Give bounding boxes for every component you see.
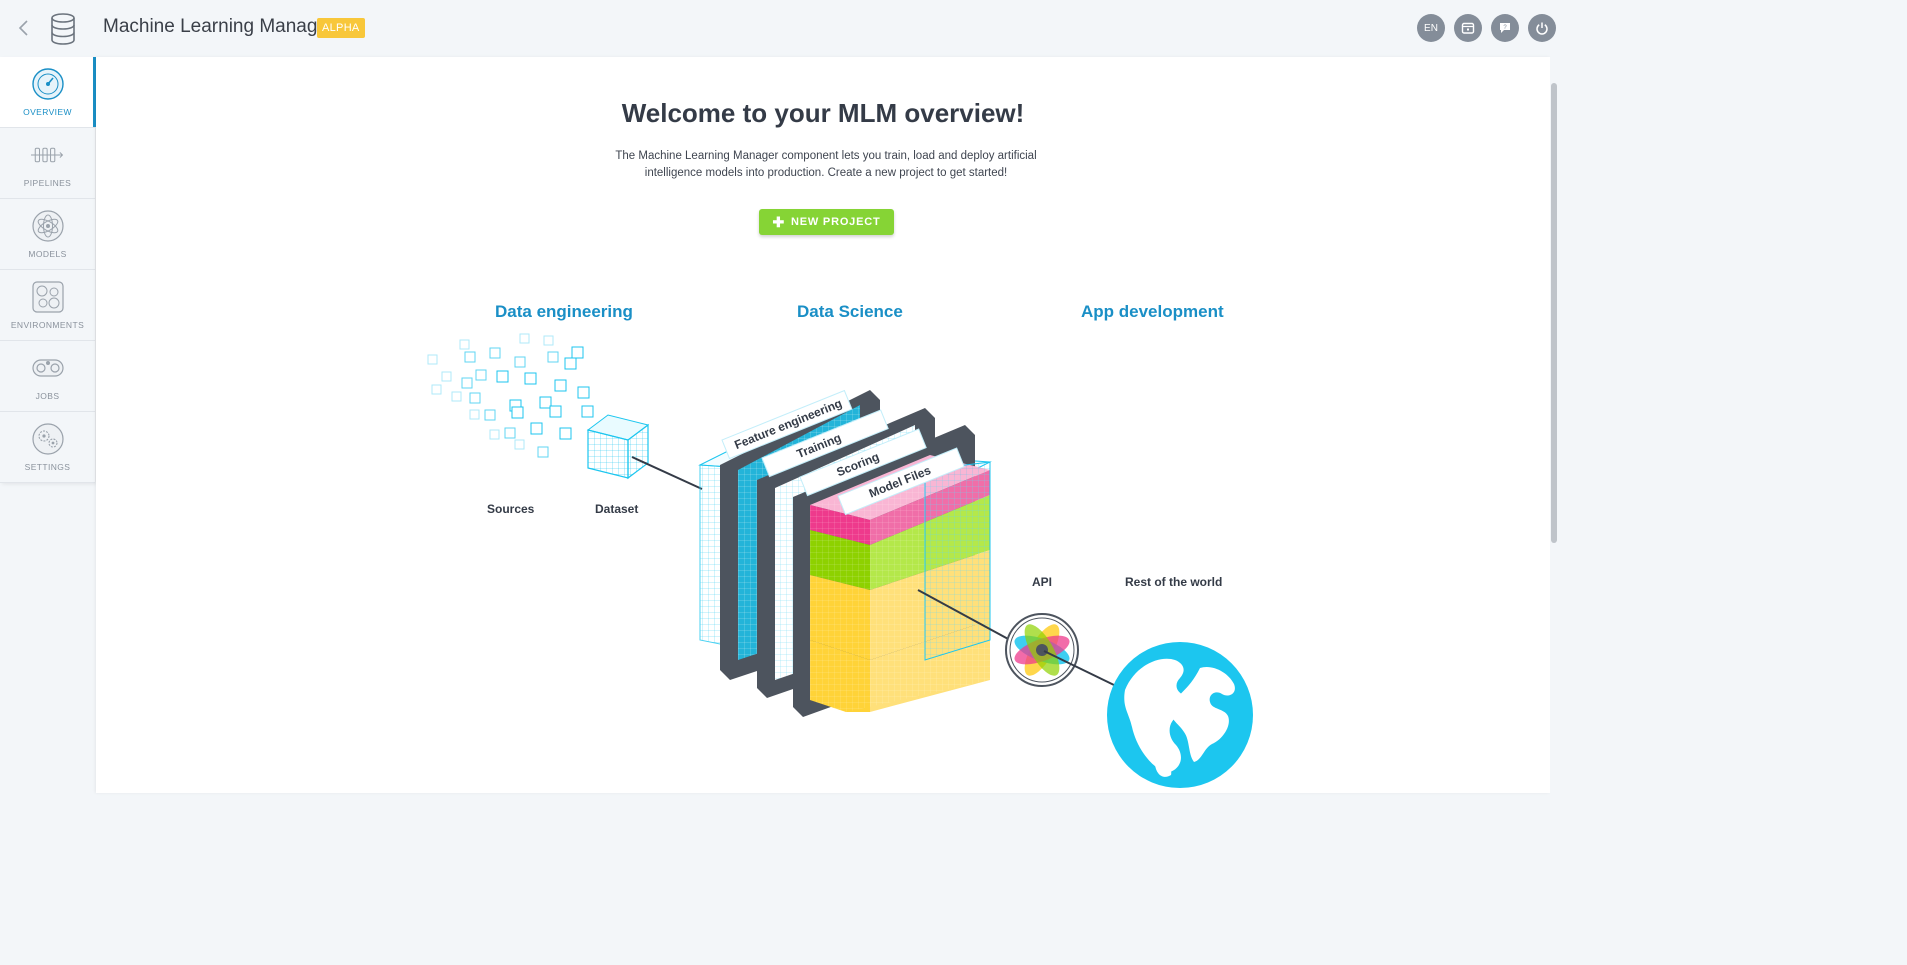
help-button[interactable]: ? <box>1491 14 1519 42</box>
power-icon <box>1536 22 1548 35</box>
plus-icon: ✚ <box>772 214 786 230</box>
api-label: API <box>1032 575 1053 589</box>
api-icon <box>1005 613 1079 687</box>
calendar-button[interactable] <box>1454 14 1482 42</box>
sidebar-item-label: SETTINGS <box>24 462 71 472</box>
atom-icon <box>31 210 64 242</box>
cells-icon <box>31 281 64 313</box>
database-icon <box>51 13 75 45</box>
column-title-data-engineering: Data engineering <box>495 302 633 321</box>
page-description: The Machine Learning Manager component l… <box>615 150 1037 179</box>
sources-label: Sources <box>487 502 535 516</box>
world-label: Rest of the world <box>1125 575 1223 589</box>
new-project-button[interactable]: ✚ NEW PROJECT <box>759 209 894 235</box>
column-title-data-science: Data Science <box>797 302 903 321</box>
sources-cubes <box>427 333 594 458</box>
scrollbar-thumb[interactable] <box>1551 83 1557 543</box>
language-button[interactable]: EN <box>1417 14 1445 42</box>
column-title-app-development: App development <box>1081 302 1224 321</box>
sidebar-item-models[interactable]: MODELS <box>0 199 95 270</box>
page-title: Welcome to your MLM overview! <box>621 98 1025 128</box>
sidebar-item-jobs[interactable]: JOBS <box>0 341 95 412</box>
pipeline-icon <box>30 147 63 163</box>
calendar-icon <box>1461 22 1475 34</box>
help-chat-icon: ? <box>1500 23 1510 33</box>
cog-icon <box>31 423 64 455</box>
top-bar: Machine Learning Manager ALPHA EN ? <box>0 0 1568 56</box>
mlm-illustration: Feature engineering Training Scoring Mod… <box>427 333 1253 788</box>
sidebar-item-label: JOBS <box>35 391 60 401</box>
back-chevron-icon[interactable] <box>14 17 34 39</box>
sidebar: OVERVIEW PIPELINES MODELS ENVIRONMENTS J… <box>0 57 96 483</box>
sidebar-item-pipelines[interactable]: PIPELINES <box>0 128 95 199</box>
sidebar-item-label: MODELS <box>28 249 67 259</box>
sidebar-item-label: PIPELINES <box>23 178 72 188</box>
sidebar-item-environments[interactable]: ENVIRONMENTS <box>0 270 95 341</box>
sidebar-item-label: ENVIRONMENTS <box>10 320 85 330</box>
new-project-label: NEW PROJECT <box>791 216 881 228</box>
dataset-label: Dataset <box>595 502 639 516</box>
dataset-cube <box>586 414 650 480</box>
alpha-badge: ALPHA <box>317 18 365 38</box>
sidebar-item-label: OVERVIEW <box>23 107 72 117</box>
sidebar-item-overview[interactable]: OVERVIEW <box>0 57 96 128</box>
sidebar-item-settings[interactable]: SETTINGS <box>0 412 95 483</box>
speedometer-icon <box>31 68 64 100</box>
gears-icon <box>31 359 64 377</box>
top-actions: EN ? <box>1417 14 1556 42</box>
dataset-connector <box>631 456 703 490</box>
globe-icon <box>1107 642 1253 788</box>
app-title: Machine Learning Manager <box>103 16 335 37</box>
power-button[interactable] <box>1528 14 1556 42</box>
